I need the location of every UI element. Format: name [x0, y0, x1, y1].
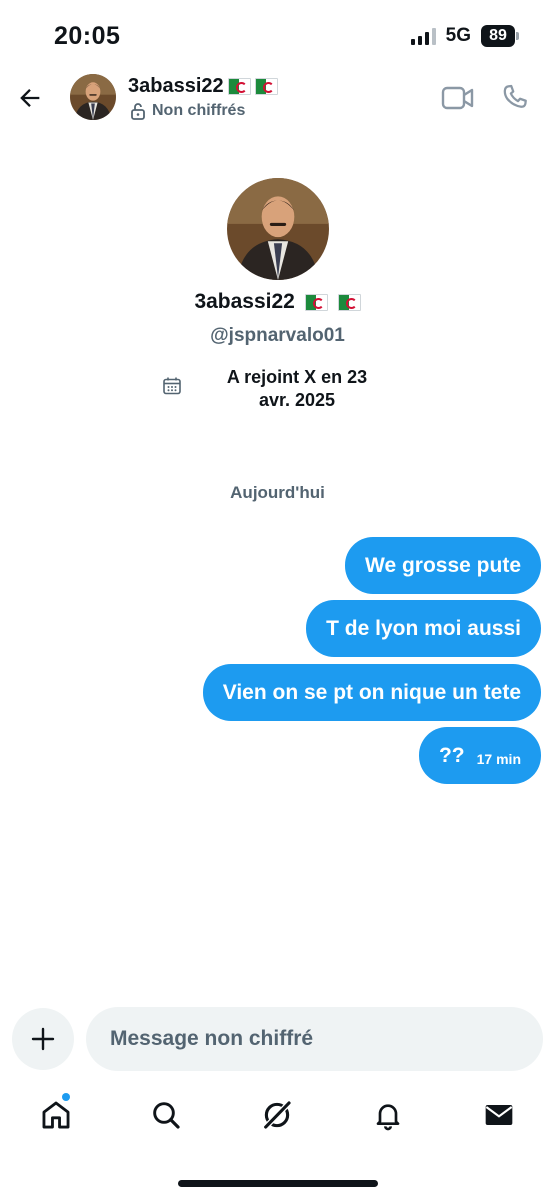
video-camera-icon [441, 86, 474, 110]
unlock-icon [131, 103, 145, 120]
bell-icon [376, 1104, 400, 1131]
conversation-header: 3abassi22 Non chiffrés [0, 72, 555, 128]
grok-icon [262, 1100, 292, 1130]
day-divider: Aujourd'hui [230, 483, 325, 502]
message-bubble[interactable]: Vien on se pt on nique un tete [202, 664, 541, 721]
tab-search[interactable] [148, 1097, 184, 1133]
plus-icon [31, 1027, 55, 1051]
message-composer [86, 1007, 543, 1071]
back-button[interactable] [14, 82, 46, 114]
profile-avatar[interactable] [227, 178, 329, 280]
message-bubble[interactable]: ?? 17 min [418, 727, 541, 784]
calendar-icon [163, 377, 181, 395]
battery-level: 89 [481, 25, 515, 47]
tab-notifications[interactable] [370, 1097, 406, 1133]
tab-grok[interactable] [259, 1097, 295, 1133]
network-type: 5G [445, 25, 471, 46]
search-icon [153, 1102, 180, 1129]
profile-name: 3abassi22 [0, 290, 555, 314]
message-timestamp: 17 min [476, 750, 521, 767]
message-bubble[interactable]: We grosse pute [345, 537, 541, 594]
home-icon [42, 1101, 70, 1129]
envelope-icon [485, 1105, 513, 1125]
signal-icon [410, 27, 436, 45]
algeria-flag-icon [304, 293, 328, 311]
tab-home[interactable] [38, 1097, 74, 1133]
algeria-flag-icon [337, 293, 361, 311]
avatar[interactable] [70, 74, 116, 120]
status-time: 20:05 [54, 22, 121, 50]
phone-icon [503, 84, 527, 108]
profile-handle: @jspnarvalo01 [210, 325, 345, 346]
voice-call-button[interactable] [500, 82, 530, 112]
battery-icon: 89 [481, 25, 519, 47]
encryption-status: Non chiffrés [130, 102, 245, 120]
notification-dot [62, 1093, 70, 1101]
algeria-flag-icon [254, 78, 278, 95]
message-input[interactable] [108, 1026, 543, 1052]
status-indicators: 5G 89 [410, 25, 519, 47]
algeria-flag-icon [227, 78, 251, 95]
home-indicator [178, 1180, 378, 1187]
attach-button[interactable] [12, 1008, 74, 1070]
video-call-button[interactable] [441, 84, 475, 112]
message-bubble[interactable]: T de lyon moi aussi [306, 600, 541, 657]
status-bar: 20:05 5G 89 [0, 0, 555, 72]
arrow-left-icon [20, 89, 40, 107]
tab-messages[interactable] [481, 1097, 517, 1133]
contact-name[interactable]: 3abassi22 [128, 75, 278, 98]
